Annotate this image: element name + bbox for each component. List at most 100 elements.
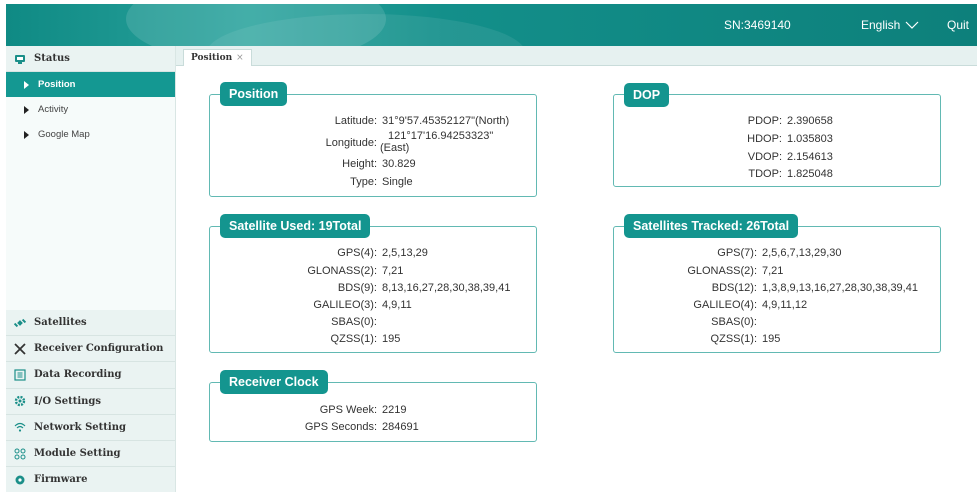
constellation-label: GPS(7): (717, 247, 757, 259)
sidebar: Status Position Activity Google Map Sate… (6, 46, 176, 492)
constellation-value: 2,5,13,29 (382, 247, 428, 259)
sidebar-item-label: Module Setting (34, 448, 121, 460)
sidebar-item-google-map[interactable]: Google Map (6, 122, 175, 147)
tab-strip: Position × (176, 46, 977, 66)
sidebar-item-status[interactable]: Status (6, 46, 175, 72)
tab-label: Position (191, 53, 233, 63)
receiver-clock-title: Receiver Clock (220, 370, 328, 394)
tools-icon (14, 343, 26, 355)
caret-right-icon (24, 130, 29, 139)
height-row: Height: 30.829 (300, 158, 416, 170)
sidebar-item-label: Position (38, 79, 76, 90)
satellite-used-row: GLONASS(2): 7,21 (270, 265, 403, 277)
constellation-label: GALILEO(3): (313, 299, 377, 311)
satellites-tracked-row: SBAS(0): (650, 316, 762, 328)
constellation-value (377, 316, 382, 328)
satellite-icon (14, 317, 26, 329)
constellation-value: 4,9,11 (382, 299, 412, 311)
dop-row: PDOP: 2.390658 (700, 115, 833, 127)
serial-number: SN:3469140 (724, 18, 791, 32)
type-label: Type: (350, 176, 377, 188)
type-row: Type: Single (300, 176, 413, 188)
constellation-value: 8,13,16,27,28,30,38,39,41 (382, 282, 511, 294)
tdop-value: 1.825048 (787, 168, 833, 180)
vdop-value: 2.154613 (787, 151, 833, 163)
sidebar-item-label: Satellites (34, 317, 87, 329)
constellation-label: GALILEO(4): (693, 299, 757, 311)
satellites-tracked-row: GLONASS(2): 7,21 (650, 265, 783, 277)
quit-button[interactable]: Quit (947, 18, 969, 32)
position-panel-title: Position (220, 82, 288, 106)
longitude-value-line1: 121°17'16.94253323" (388, 130, 494, 142)
sidebar-item-label: Activity (38, 104, 69, 115)
pdop-value: 2.390658 (787, 115, 833, 127)
constellation-label: GPS(4): (337, 247, 377, 259)
constellation-value: 1,3,8,9,13,16,27,28,30,38,39,41 (762, 282, 918, 294)
gear-icon (14, 395, 26, 407)
constellation-value: 7,21 (382, 265, 404, 277)
sidebar-item-label: I/O Settings (34, 395, 102, 407)
latitude-value: 31°9'57.45352127"(North) (382, 115, 510, 127)
dop-row: TDOP: 1.825048 (700, 168, 833, 180)
height-label: Height: (342, 158, 377, 170)
vdop-label: VDOP: (747, 151, 782, 163)
sidebar-item-io-settings[interactable]: I/O Settings (6, 388, 175, 415)
latitude-row: Latitude: 31°9'57.45352127"(North) (300, 115, 509, 127)
sidebar-item-label: Receiver Configuration (34, 343, 164, 355)
firmware-icon (14, 474, 26, 486)
satellite-used-row: QZSS(1): 195 (270, 333, 401, 345)
satellite-used-row: GALILEO(3): 4,9,11 (270, 299, 412, 311)
satellites-tracked-row: QZSS(1): 195 (650, 333, 781, 345)
satellite-used-row: GPS(4): 2,5,13,29 (270, 247, 428, 259)
satellites-tracked-row: GPS(7): 2,5,6,7,13,29,30 (650, 247, 841, 259)
constellation-value: 195 (762, 333, 781, 345)
wifi-icon (14, 421, 26, 433)
constellation-label: QZSS(1): (330, 333, 377, 345)
dop-panel-title: DOP (624, 83, 670, 107)
pdop-label: PDOP: (747, 115, 782, 127)
sidebar-item-module-setting[interactable]: Module Setting (6, 440, 175, 468)
sidebar-item-satellites[interactable]: Satellites (6, 310, 175, 337)
sidebar-item-position[interactable]: Position (6, 72, 175, 97)
constellation-label: BDS(9): (337, 282, 377, 294)
satellites-tracked-title: Satellites Tracked: 26Total (624, 214, 799, 238)
gps-seconds-value: 284691 (382, 421, 419, 433)
sidebar-item-label: Status (34, 53, 70, 64)
gps-week-value: 2219 (382, 404, 407, 416)
language-label: English (861, 18, 901, 32)
dop-row: VDOP: 2.154613 (700, 151, 833, 163)
sidebar-item-network-setting[interactable]: Network Setting (6, 414, 175, 441)
receiver-clock-row: GPS Seconds: 284691 (280, 421, 419, 433)
sidebar-item-activity[interactable]: Activity (6, 97, 175, 122)
caret-right-icon (24, 105, 29, 114)
sidebar-item-receiver-configuration[interactable]: Receiver Configuration (6, 336, 175, 363)
satellite-used-row: BDS(9): 8,13,16,27,28,30,38,39,41 (270, 282, 511, 294)
type-value: Single (382, 176, 413, 188)
gps-week-label: GPS Week: (319, 404, 377, 416)
sidebar-item-data-recording[interactable]: Data Recording (6, 362, 175, 389)
dop-row: HDOP: 1.035803 (700, 133, 833, 145)
receiver-clock-row: GPS Week: 2219 (280, 404, 407, 416)
hdop-label: HDOP: (747, 133, 782, 145)
close-icon[interactable]: × (236, 53, 244, 63)
constellation-value: 4,9,11,12 (762, 299, 808, 311)
constellation-label: SBAS(0): (711, 316, 757, 328)
constellation-value (757, 316, 762, 328)
constellation-label: BDS(12): (711, 282, 757, 294)
constellation-value: 195 (382, 333, 401, 345)
tab-position[interactable]: Position × (183, 49, 252, 66)
satellites-tracked-row: GALILEO(4): 4,9,11,12 (650, 299, 807, 311)
language-selector[interactable]: English (861, 18, 919, 32)
recording-icon (14, 369, 26, 381)
constellation-label: GLONASS(2): (687, 265, 757, 277)
longitude-value-line2: (East) (380, 142, 410, 154)
satellites-tracked-row: BDS(12): 1,3,8,9,13,16,27,28,30,38,39,41 (650, 282, 918, 294)
constellation-label: SBAS(0): (331, 316, 377, 328)
modules-icon (14, 448, 26, 460)
sidebar-item-label: Google Map (38, 129, 90, 140)
constellation-label: QZSS(1): (710, 333, 757, 345)
sidebar-item-firmware[interactable]: Firmware (6, 467, 175, 492)
constellation-label: GLONASS(2): (307, 265, 377, 277)
caret-right-icon (24, 80, 29, 89)
sidebar-item-label: Network Setting (34, 421, 126, 433)
